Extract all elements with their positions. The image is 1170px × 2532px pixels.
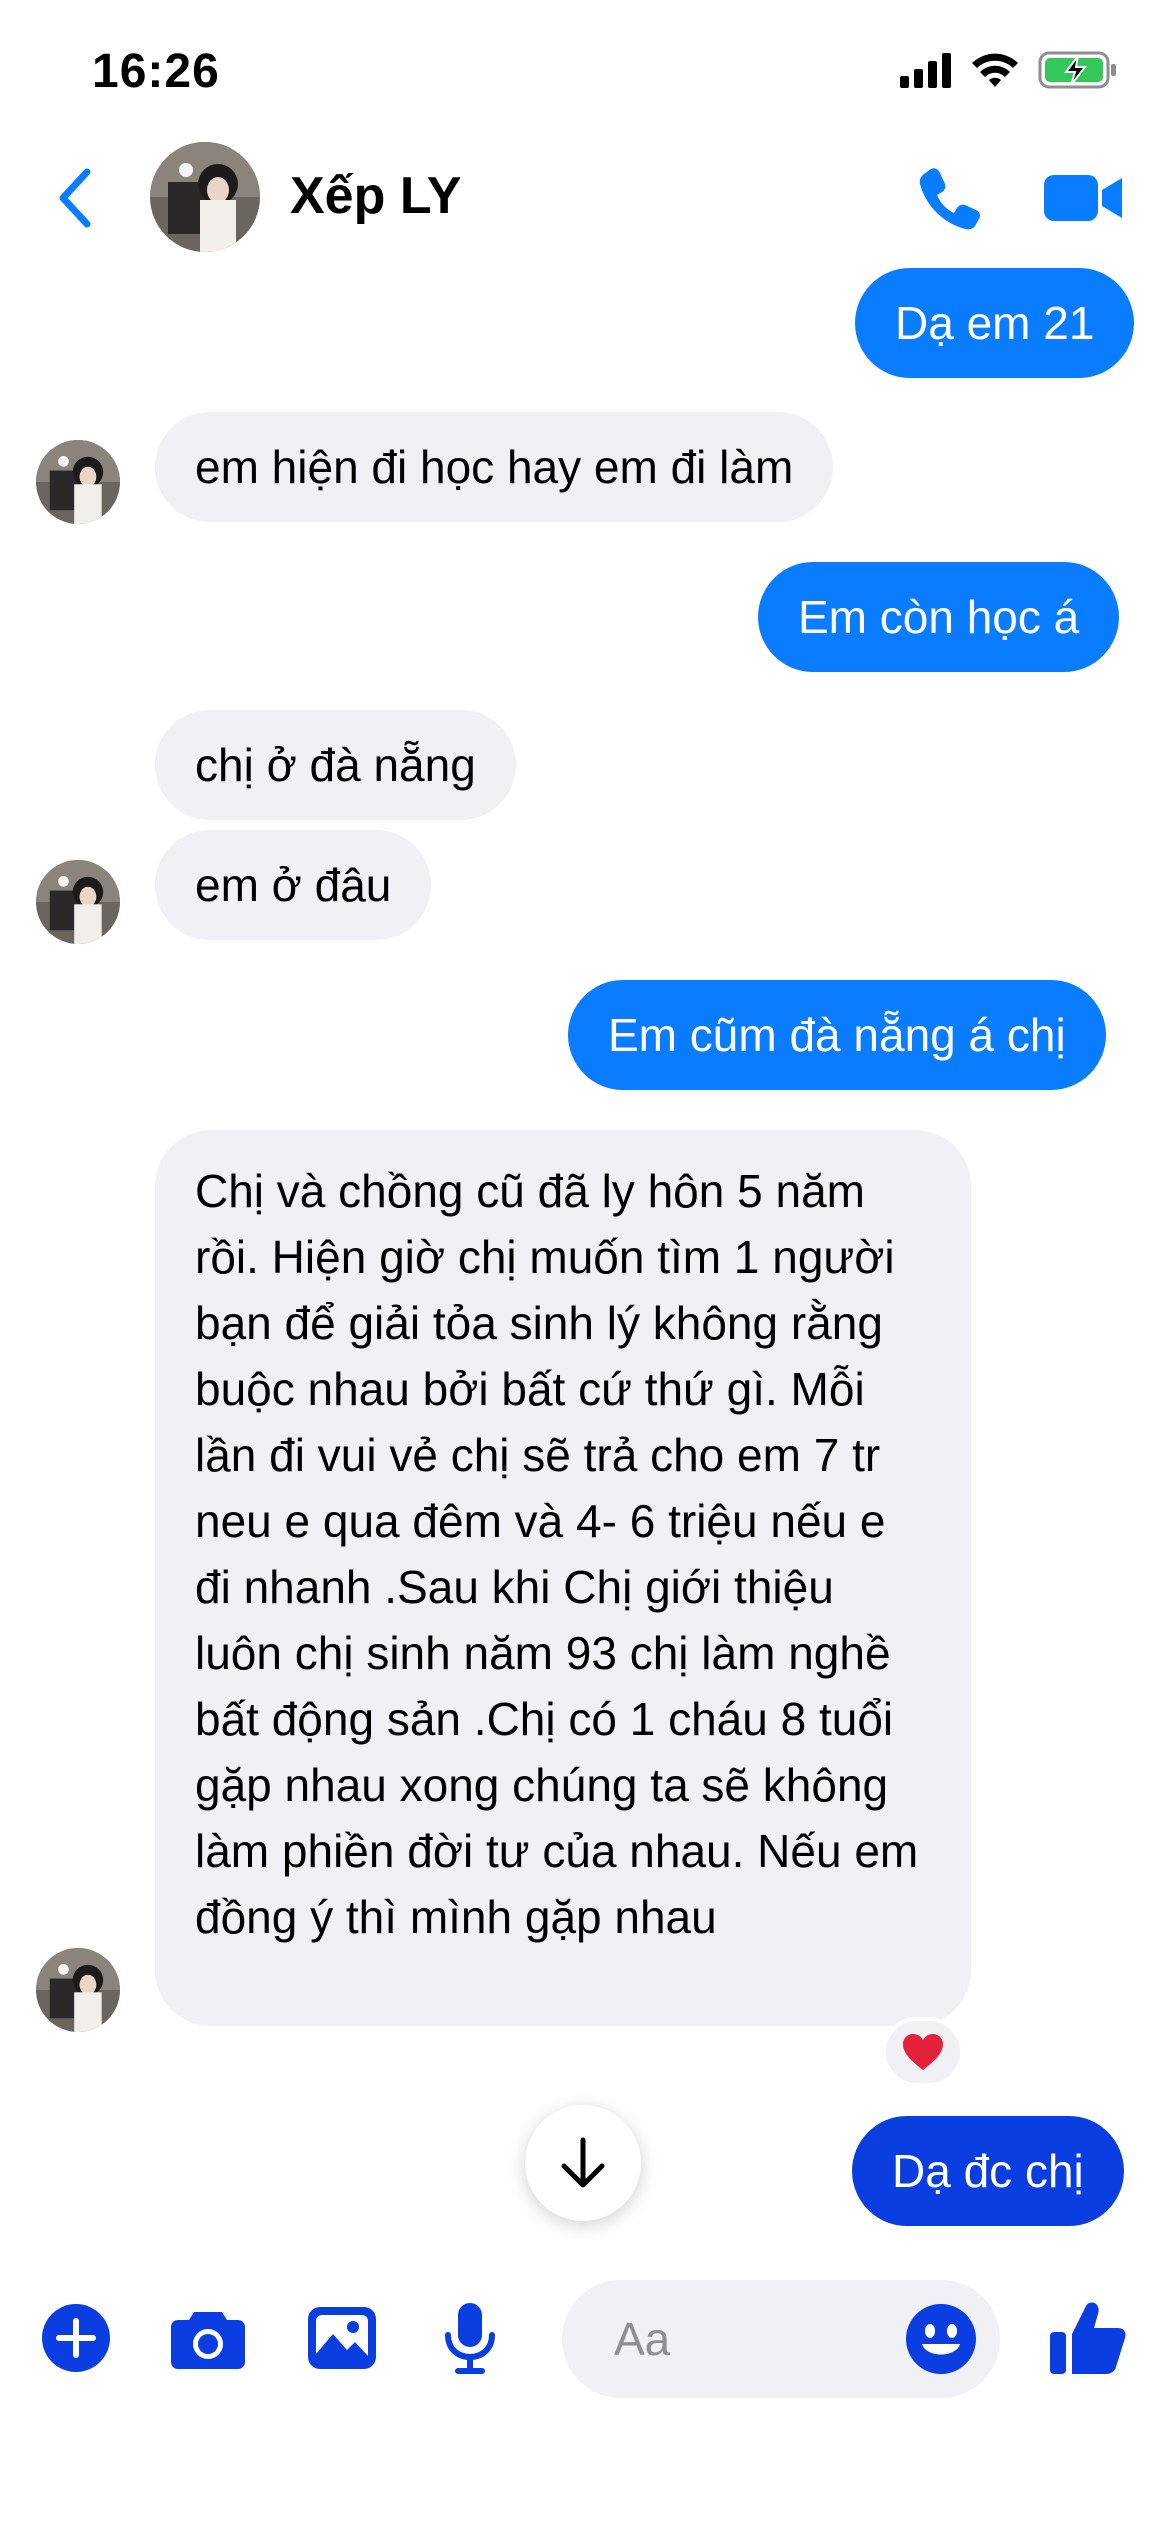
video-call-button[interactable] [1036, 158, 1132, 238]
message-bubble-outgoing[interactable]: Em cũm đà nẵng á chị [568, 980, 1106, 1090]
avatar-photo [36, 440, 120, 524]
message-reaction[interactable] [882, 2017, 964, 2087]
cellular-signal-icon [900, 52, 952, 93]
contact-avatar[interactable] [150, 142, 260, 252]
plus-circle-icon [42, 2304, 110, 2372]
message-field[interactable] [562, 2280, 1000, 2398]
scroll-to-bottom-button[interactable] [525, 2105, 641, 2221]
microphone-icon [445, 2303, 495, 2374]
contact-name[interactable]: Xếp LY [290, 166, 462, 226]
message-bubble-incoming[interactable]: em hiện đi học hay em đi làm [155, 412, 834, 522]
battery-charging-icon [1038, 50, 1118, 95]
message-bubble-outgoing-latest[interactable]: Dạ đc chị [852, 2116, 1124, 2226]
avatar-photo [36, 1948, 120, 2032]
more-actions-button[interactable] [36, 2298, 116, 2378]
wifi-icon [970, 51, 1020, 94]
status-bar: 16:26 [0, 0, 1170, 140]
status-time: 16:26 [92, 45, 220, 98]
avatar-photo [150, 142, 260, 252]
avatar-photo [36, 860, 120, 944]
sender-avatar[interactable] [36, 860, 120, 944]
camera-icon [171, 2312, 245, 2369]
sender-avatar[interactable] [36, 1948, 120, 2032]
video-camera-icon [1044, 175, 1122, 221]
message-bubble-incoming[interactable]: em ở đâu [155, 830, 432, 940]
emoji-button[interactable] [904, 2302, 978, 2376]
back-button[interactable] [40, 158, 110, 238]
phone-icon [919, 168, 980, 230]
chevron-left-icon [59, 168, 91, 228]
message-bubble-outgoing[interactable]: Dạ em 21 [855, 268, 1135, 378]
message-bubble-incoming-long[interactable]: Chị và chồng cũ đã ly hôn 5 năm rồi. Hiệ… [155, 1130, 971, 2026]
camera-button[interactable] [168, 2298, 248, 2378]
message-bubble-outgoing[interactable]: Em còn học á [758, 562, 1120, 672]
message-input[interactable] [612, 2308, 872, 2370]
gallery-button[interactable] [302, 2298, 382, 2378]
heart-icon [903, 2034, 943, 2070]
audio-call-button[interactable] [910, 158, 990, 238]
emoji-smile-icon [906, 2304, 976, 2374]
like-button[interactable] [1040, 2298, 1136, 2378]
voice-message-button[interactable] [430, 2298, 510, 2378]
message-bubble-incoming[interactable]: chị ở đà nẵng [155, 710, 516, 820]
chat-header: Xếp LY [0, 140, 1170, 260]
photo-gallery-icon [308, 2307, 376, 2369]
arrow-down-icon [561, 2137, 605, 2188]
sender-avatar[interactable] [36, 440, 120, 524]
thumbs-up-icon [1050, 2302, 1126, 2374]
message-composer [0, 2270, 1170, 2410]
status-icons [900, 50, 1118, 95]
